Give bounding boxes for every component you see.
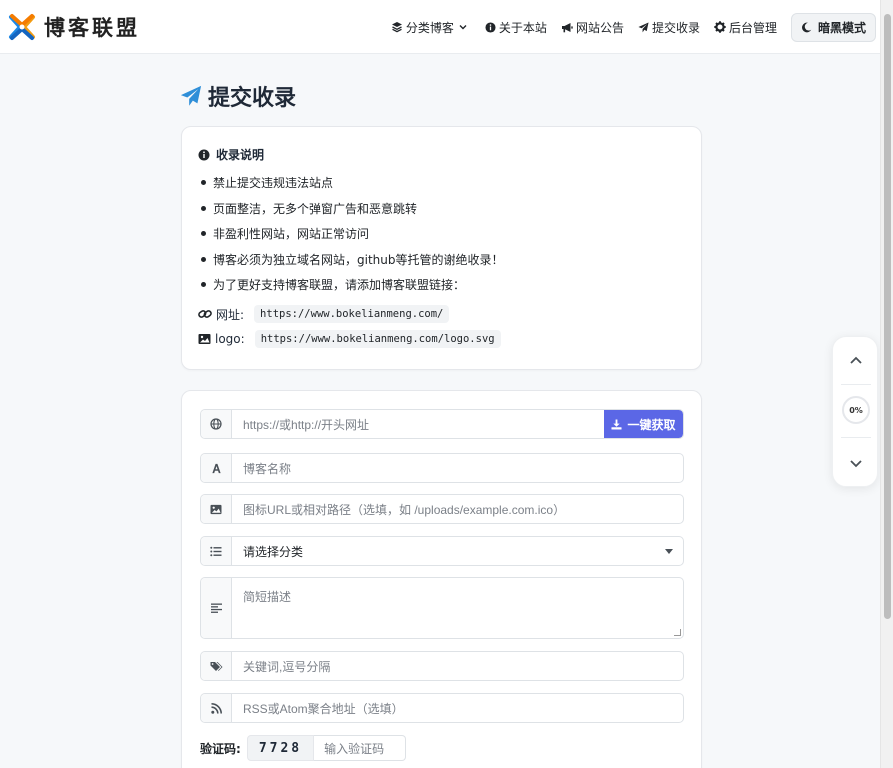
- moon-icon: [802, 22, 812, 32]
- megaphone-icon: [561, 22, 573, 32]
- keywords-field: 关键词,逗号分隔: [200, 651, 684, 681]
- nav-label: 后台管理: [728, 20, 777, 35]
- category-field: 请选择分类: [200, 536, 684, 566]
- chevron-down-icon: [459, 25, 467, 30]
- chevron-down-icon: [665, 549, 673, 554]
- list-icon: [210, 546, 222, 556]
- nav-label: 关于本站: [498, 20, 547, 35]
- globe-icon: [210, 418, 222, 430]
- nav-categories[interactable]: 分类博客: [391, 12, 471, 42]
- list-item: 非盈利性网站，网站正常访问: [198, 224, 504, 250]
- notice-heading: 收录说明: [198, 146, 264, 163]
- fetch-button-label: 一键获取: [627, 417, 676, 432]
- captcha-code[interactable]: 7728: [246, 735, 315, 761]
- divider: [841, 437, 871, 438]
- nav-label: 提交收录: [651, 20, 700, 35]
- icon-url-field: 图标URL或相对路径（选填，如 /uploads/example.com.ico…: [200, 494, 684, 524]
- divider: [841, 384, 871, 385]
- description-textarea[interactable]: 简短描述: [232, 578, 683, 638]
- main-nav: 分类博客 关于本站 网站公告 提交收录 后台管理 暗黑模式: [391, 12, 880, 42]
- submission-notice-card: 收录说明 禁止提交违规违法站点 页面整洁，无多个弹窗广告和恶意跳转 非盈利性网站…: [181, 126, 702, 370]
- scroll-bottom-button[interactable]: [833, 441, 879, 487]
- blog-name-input[interactable]: 博客名称: [232, 454, 683, 482]
- logo-url-label: logo:: [215, 332, 245, 346]
- page-scrollbar[interactable]: [880, 0, 893, 768]
- page-title: 提交收录: [180, 80, 296, 112]
- top-navbar: 博客联盟 分类博客 关于本站 网站公告 提交收录 后台管理 暗黑模式: [0, 0, 880, 54]
- link-icon: [198, 310, 212, 318]
- chevron-up-icon: [850, 356, 862, 364]
- rss-field: RSS或Atom聚合地址（选填）: [200, 693, 684, 723]
- image-icon: [210, 504, 222, 514]
- tags-icon: [210, 661, 222, 671]
- scroll-progress: 0%: [842, 396, 870, 424]
- description-field: 简短描述: [200, 577, 684, 639]
- nav-label: 网站公告: [575, 20, 624, 35]
- download-icon: [611, 418, 623, 430]
- fetch-info-button[interactable]: 一键获取: [604, 410, 683, 438]
- page-title-text: 提交收录: [208, 86, 297, 111]
- rss-field-addon: [201, 694, 232, 722]
- align-left-icon: [210, 603, 222, 613]
- info-icon: [198, 149, 210, 160]
- nav-announcements[interactable]: 网站公告: [561, 12, 624, 42]
- list-item: 页面整洁，无多个弹窗广告和恶意跳转: [198, 199, 504, 225]
- submission-form-card: https://或http://开头网址 一键获取 博客名称 图标URL或相对路…: [181, 390, 702, 768]
- gear-icon: [714, 21, 726, 33]
- nav-about[interactable]: 关于本站: [485, 12, 547, 42]
- category-select[interactable]: 请选择分类: [232, 537, 683, 565]
- blog-name-field: 博客名称: [200, 453, 684, 483]
- dark-mode-button[interactable]: 暗黑模式: [790, 12, 876, 42]
- icon-field-addon: [201, 495, 232, 523]
- info-icon: [485, 21, 496, 33]
- brand-name: 博客联盟: [44, 15, 140, 40]
- rules-list: 禁止提交违规违法站点 页面整洁，无多个弹窗广告和恶意跳转 非盈利性网站，网站正常…: [198, 173, 504, 301]
- paper-plane-icon: [638, 21, 649, 32]
- url-field-addon: [201, 410, 232, 438]
- logo-mark-icon: [9, 14, 35, 40]
- list-item: 禁止提交违规违法站点: [198, 173, 504, 199]
- icon-url-input[interactable]: 图标URL或相对路径（选填，如 /uploads/example.com.ico…: [232, 495, 683, 523]
- name-field-addon: [201, 454, 232, 482]
- notice-heading-text: 收录说明: [216, 148, 265, 162]
- nav-submit[interactable]: 提交收录: [638, 12, 700, 42]
- brand-logo[interactable]: 博客联盟: [8, 12, 140, 42]
- nav-label: 分类博客: [405, 20, 454, 35]
- paper-plane-icon: [180, 85, 202, 106]
- chevron-down-icon: [850, 460, 862, 468]
- captcha-row: 验证码: 7728 输入验证码: [200, 735, 407, 761]
- keywords-input[interactable]: 关键词,逗号分隔: [232, 652, 683, 680]
- site-url-code: https://www.bokelianmeng.com/: [254, 305, 450, 323]
- site-url-row: 网址: https://www.bokelianmeng.com/: [198, 305, 450, 323]
- description-field-addon: [201, 578, 232, 638]
- list-item: 为了更好支持博客联盟，请添加博客联盟链接：: [198, 275, 504, 301]
- layers-icon: [391, 22, 402, 33]
- rss-icon: [210, 702, 222, 714]
- url-input[interactable]: https://或http://开头网址: [232, 410, 604, 438]
- font-icon: [211, 463, 221, 473]
- nav-admin[interactable]: 后台管理: [714, 12, 777, 42]
- image-icon: [198, 334, 211, 344]
- dark-mode-label: 暗黑模式: [817, 20, 866, 35]
- scroll-widget: 0%: [832, 336, 878, 487]
- keywords-field-addon: [201, 652, 232, 680]
- captcha-label: 验证码:: [200, 741, 241, 756]
- list-item: 博客必须为独立域名网站，github等托管的谢绝收录！: [198, 250, 504, 276]
- category-field-addon: [201, 537, 232, 565]
- logo-url-code: https://www.bokelianmeng.com/logo.svg: [254, 330, 501, 348]
- scroll-top-button[interactable]: [833, 337, 879, 383]
- url-field: https://或http://开头网址 一键获取: [200, 409, 684, 439]
- rss-input[interactable]: RSS或Atom聚合地址（选填）: [232, 694, 683, 722]
- scrollbar-thumb[interactable]: [884, 14, 891, 619]
- resize-handle-icon[interactable]: [674, 629, 681, 636]
- site-url-label: 网址:: [216, 307, 245, 322]
- logo-url-row: logo: https://www.bokelianmeng.com/logo.…: [198, 330, 501, 348]
- captcha-input[interactable]: 输入验证码: [314, 735, 407, 761]
